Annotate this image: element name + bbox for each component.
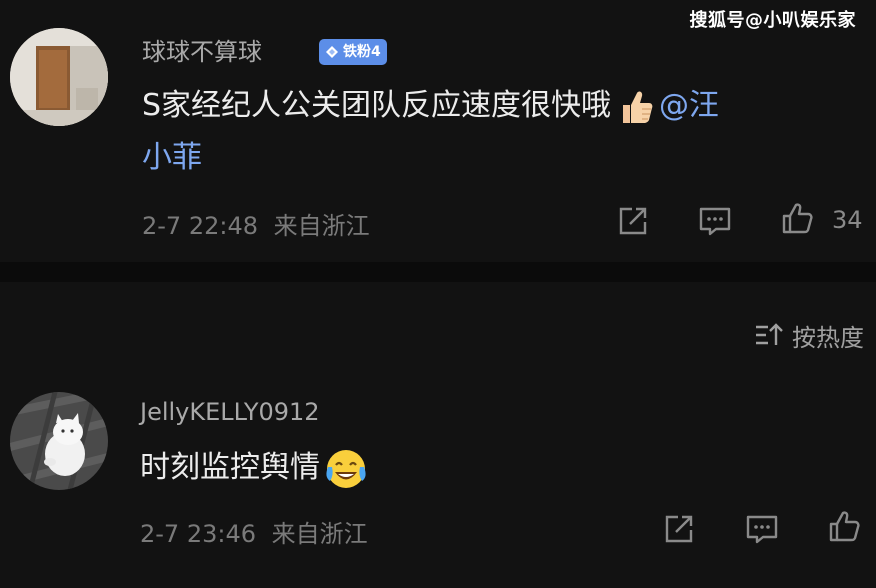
sort-icon: [756, 323, 783, 345]
timestamp: 2-7 23:46: [140, 520, 256, 548]
comment-content: 时刻监控舆情: [140, 442, 850, 494]
comment-item: 球球不算球 铁粉4 S家经纪人公关团队反应速度很快哦 @汪 小菲 2-7 22:…: [0, 0, 876, 260]
comment-meta: 2-7 22:48 来自浙江: [142, 206, 370, 241]
share-icon[interactable]: [616, 204, 650, 238]
thumbs-up-icon[interactable]: [827, 510, 861, 544]
timestamp: 2-7 22:48: [142, 212, 258, 240]
mention-link[interactable]: @汪: [659, 88, 719, 123]
comment-text: S家经纪人公关团队反应速度很快哦: [142, 88, 612, 123]
comment-text: 时刻监控舆情: [140, 450, 320, 485]
share-icon[interactable]: [662, 512, 696, 546]
comment-icon[interactable]: [698, 204, 732, 238]
comment-icon[interactable]: [745, 512, 779, 546]
thumbs-up-icon[interactable]: [780, 202, 814, 236]
username[interactable]: 球球不算球: [142, 32, 262, 67]
fan-badge: 铁粉4: [319, 39, 387, 65]
mention-link-continued[interactable]: 小菲: [142, 140, 202, 175]
location: 来自浙江: [273, 212, 370, 240]
avatar[interactable]: [10, 28, 108, 126]
comment-meta: 2-7 23:46 来自浙江: [140, 514, 368, 549]
avatar-image: [10, 28, 108, 126]
comment-list-page: 搜狐号@小叭娱乐家 球球不算球 铁粉4 S家经纪人公关团队反应速度很快哦 @汪 …: [0, 0, 876, 588]
sort-label: 按热度: [792, 323, 864, 352]
fan-badge-label: 铁粉4: [343, 44, 381, 60]
location: 来自浙江: [271, 520, 368, 548]
thumbs-up-emoji-icon: [623, 91, 653, 123]
comment-content: S家经纪人公关团队反应速度很快哦 @汪 小菲: [142, 80, 852, 184]
section-divider: [0, 262, 876, 282]
diamond-icon: [326, 46, 338, 58]
like-count: 34: [832, 206, 863, 234]
sort-toggle[interactable]: 按热度: [754, 318, 864, 352]
laughing-crying-emoji-icon: [326, 449, 366, 488]
username[interactable]: JellyKELLY0912: [140, 398, 320, 426]
comment-item: JellyKELLY0912 时刻监控舆情 2-7 23:46 来自浙江: [0, 380, 876, 588]
avatar-image: [10, 392, 108, 490]
avatar[interactable]: [10, 392, 108, 490]
